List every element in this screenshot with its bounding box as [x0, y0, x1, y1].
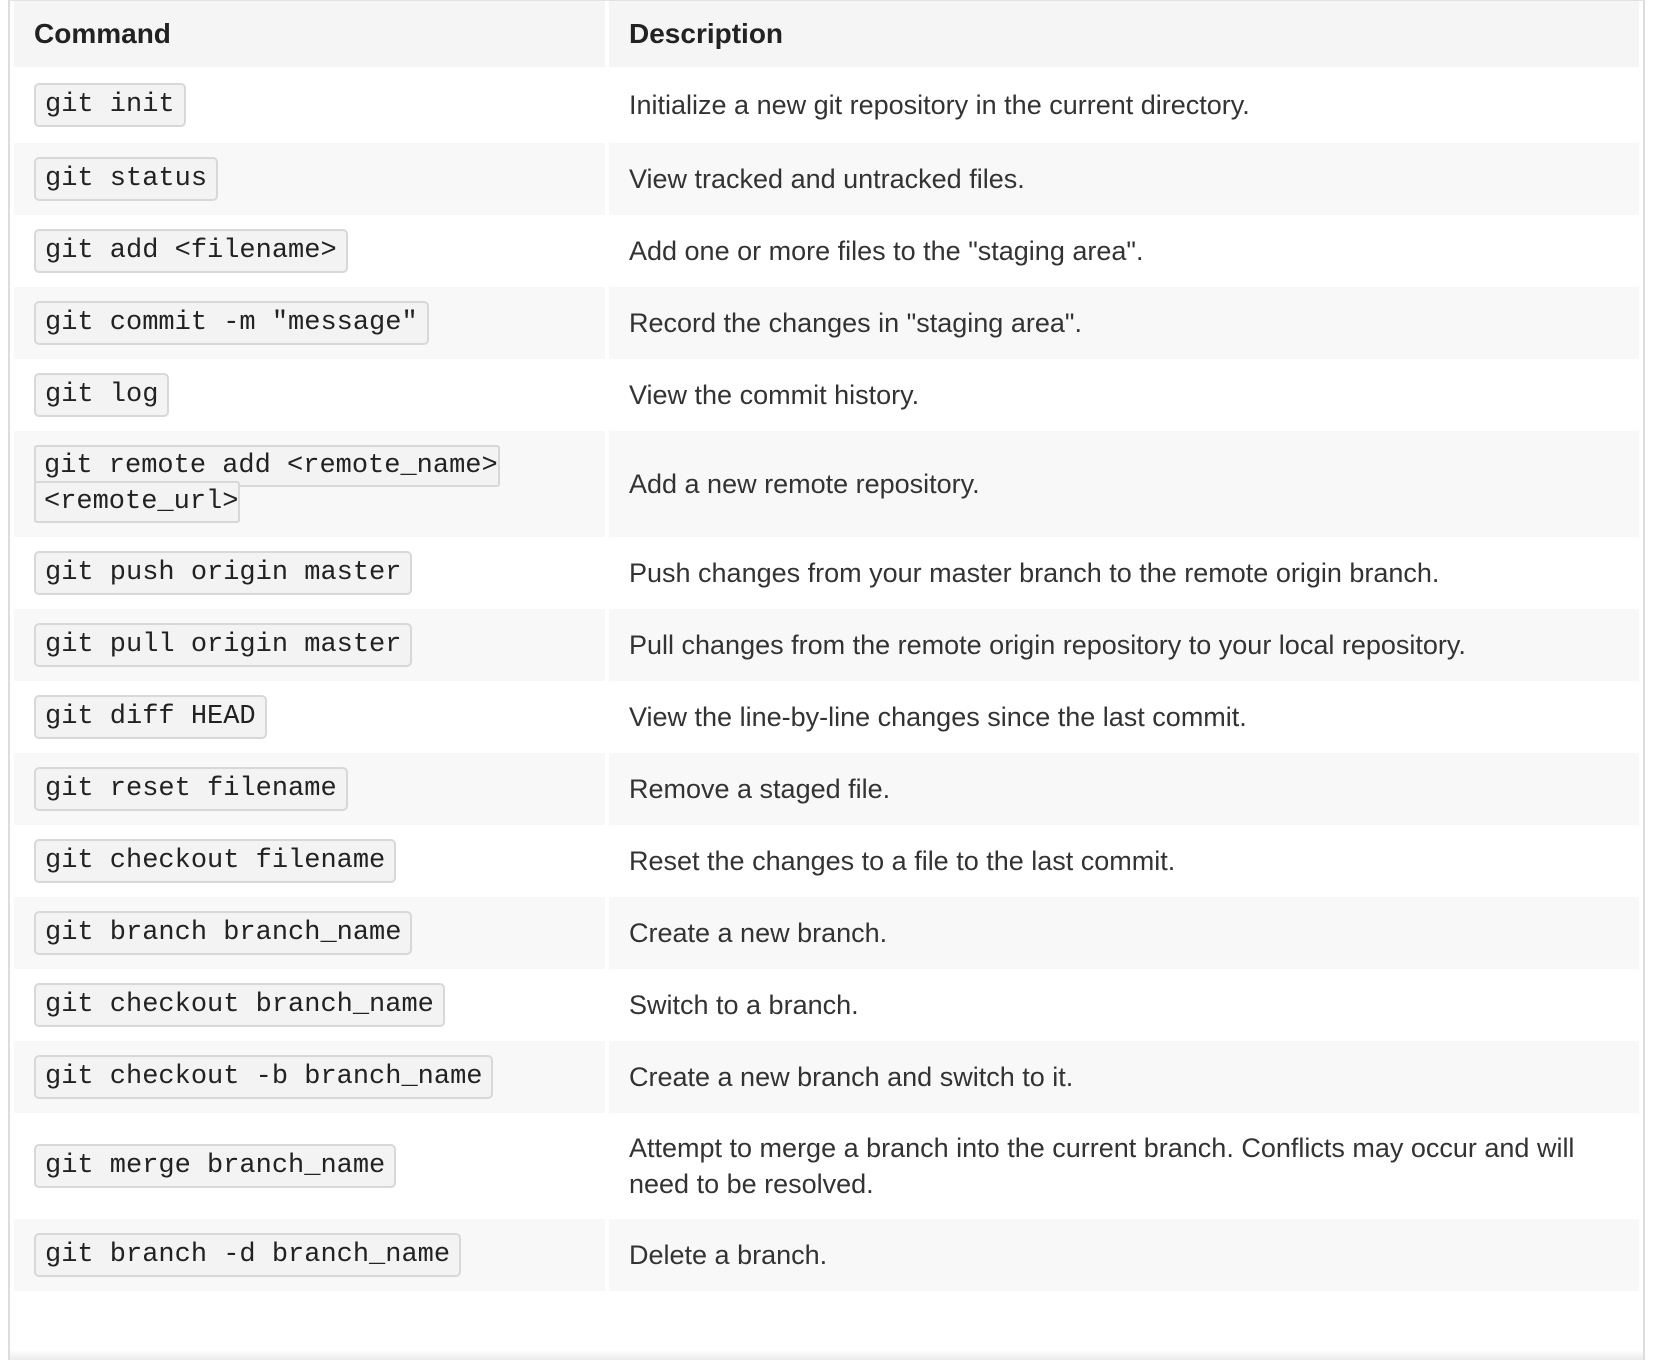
table-row: git branch branch_name Create a new bran… [14, 897, 1639, 969]
command-column-header: Command [14, 1, 609, 67]
command-code: git checkout branch_name [34, 983, 445, 1027]
description-cell: Add a new remote repository. [609, 431, 1639, 537]
description-text: View the line-by-line changes since the … [629, 702, 1247, 732]
description-text: Reset the changes to a file to the last … [629, 846, 1176, 876]
description-cell: View the line-by-line changes since the … [609, 681, 1639, 753]
command-code: git init [34, 83, 186, 127]
description-text: Switch to a branch. [629, 990, 859, 1020]
table-row: git checkout -b branch_name Create a new… [14, 1041, 1639, 1113]
command-code: git add <filename> [34, 229, 348, 273]
command-code: git remote add <remote_name> <remote_url… [34, 445, 500, 523]
description-text: Create a new branch. [629, 918, 888, 948]
description-cell: Pull changes from the remote origin repo… [609, 609, 1639, 681]
command-cell: git remote add <remote_name> <remote_url… [14, 431, 609, 537]
table-header-row: Command Description [14, 1, 1639, 67]
description-cell: Create a new branch. [609, 897, 1639, 969]
description-text: View the commit history. [629, 380, 920, 410]
command-code: git merge branch_name [34, 1144, 397, 1188]
description-text: Remove a staged file. [629, 774, 891, 804]
table-row: git checkout branch_name Switch to a bra… [14, 969, 1639, 1041]
table-row: git status View tracked and untracked fi… [14, 143, 1639, 215]
description-column-header: Description [609, 1, 1639, 67]
description-cell: Switch to a branch. [609, 969, 1639, 1041]
description-cell: Attempt to merge a branch into the curre… [609, 1113, 1639, 1219]
description-cell: Add one or more files to the "staging ar… [609, 215, 1639, 287]
command-code: git diff HEAD [34, 695, 267, 739]
command-cell: git status [14, 143, 609, 215]
command-cell: git add <filename> [14, 215, 609, 287]
command-code: git commit -m "message" [34, 301, 429, 345]
description-text: Delete a branch. [629, 1240, 828, 1270]
command-code: git checkout filename [34, 839, 397, 883]
table-row: git remote add <remote_name> <remote_url… [14, 431, 1639, 537]
command-cell: git merge branch_name [14, 1113, 609, 1219]
command-code: git log [34, 373, 170, 417]
command-cell: git push origin master [14, 537, 609, 609]
command-cell: git checkout branch_name [14, 969, 609, 1041]
command-cell: git commit -m "message" [14, 287, 609, 359]
description-text: Create a new branch and switch to it. [629, 1062, 1074, 1092]
description-text: Record the changes in "staging area". [629, 308, 1082, 338]
description-text: Attempt to merge a branch into the curre… [629, 1133, 1575, 1199]
table-row: git push origin master Push changes from… [14, 537, 1639, 609]
description-text: Pull changes from the remote origin repo… [629, 630, 1466, 660]
table-row: git diff HEAD View the line-by-line chan… [14, 681, 1639, 753]
table-row: git pull origin master Pull changes from… [14, 609, 1639, 681]
description-cell: Push changes from your master branch to … [609, 537, 1639, 609]
table-row: git add <filename> Add one or more files… [14, 215, 1639, 287]
table-row: git log View the commit history. [14, 359, 1639, 431]
command-code: git reset filename [34, 767, 348, 811]
table-row: git merge branch_name Attempt to merge a… [14, 1113, 1639, 1219]
bottom-edge-shadow [10, 1350, 1643, 1360]
command-code: git checkout -b branch_name [34, 1055, 494, 1099]
command-cell: git pull origin master [14, 609, 609, 681]
command-cell: git init [14, 67, 609, 143]
description-cell: View tracked and untracked files. [609, 143, 1639, 215]
description-cell: Reset the changes to a file to the last … [609, 825, 1639, 897]
description-cell: Delete a branch. [609, 1219, 1639, 1291]
table-row: git checkout filename Reset the changes … [14, 825, 1639, 897]
table-row: git init Initialize a new git repository… [14, 67, 1639, 143]
description-text: Push changes from your master branch to … [629, 558, 1440, 588]
description-cell: Remove a staged file. [609, 753, 1639, 825]
command-cell: git diff HEAD [14, 681, 609, 753]
description-text: View tracked and untracked files. [629, 164, 1025, 194]
description-cell: Initialize a new git repository in the c… [609, 67, 1639, 143]
command-code: git push origin master [34, 551, 413, 595]
description-text: Initialize a new git repository in the c… [629, 90, 1250, 120]
git-commands-panel: Command Description git init Initialize … [8, 0, 1645, 1360]
table-row: git reset filename Remove a staged file. [14, 753, 1639, 825]
command-cell: git branch branch_name [14, 897, 609, 969]
description-cell: Record the changes in "staging area". [609, 287, 1639, 359]
command-code: git branch -d branch_name [34, 1233, 462, 1277]
description-text: Add one or more files to the "staging ar… [629, 236, 1144, 266]
description-cell: Create a new branch and switch to it. [609, 1041, 1639, 1113]
command-code: git status [34, 157, 219, 201]
description-cell: View the commit history. [609, 359, 1639, 431]
table-row: git commit -m "message" Record the chang… [14, 287, 1639, 359]
command-cell: git reset filename [14, 753, 609, 825]
git-commands-table: Command Description git init Initialize … [14, 1, 1639, 1291]
table-row: git branch -d branch_name Delete a branc… [14, 1219, 1639, 1291]
command-code: git pull origin master [34, 623, 413, 667]
description-text: Add a new remote repository. [629, 469, 980, 499]
command-cell: git checkout filename [14, 825, 609, 897]
command-code: git branch branch_name [34, 911, 413, 955]
command-cell: git branch -d branch_name [14, 1219, 609, 1291]
command-cell: git checkout -b branch_name [14, 1041, 609, 1113]
command-cell: git log [14, 359, 609, 431]
